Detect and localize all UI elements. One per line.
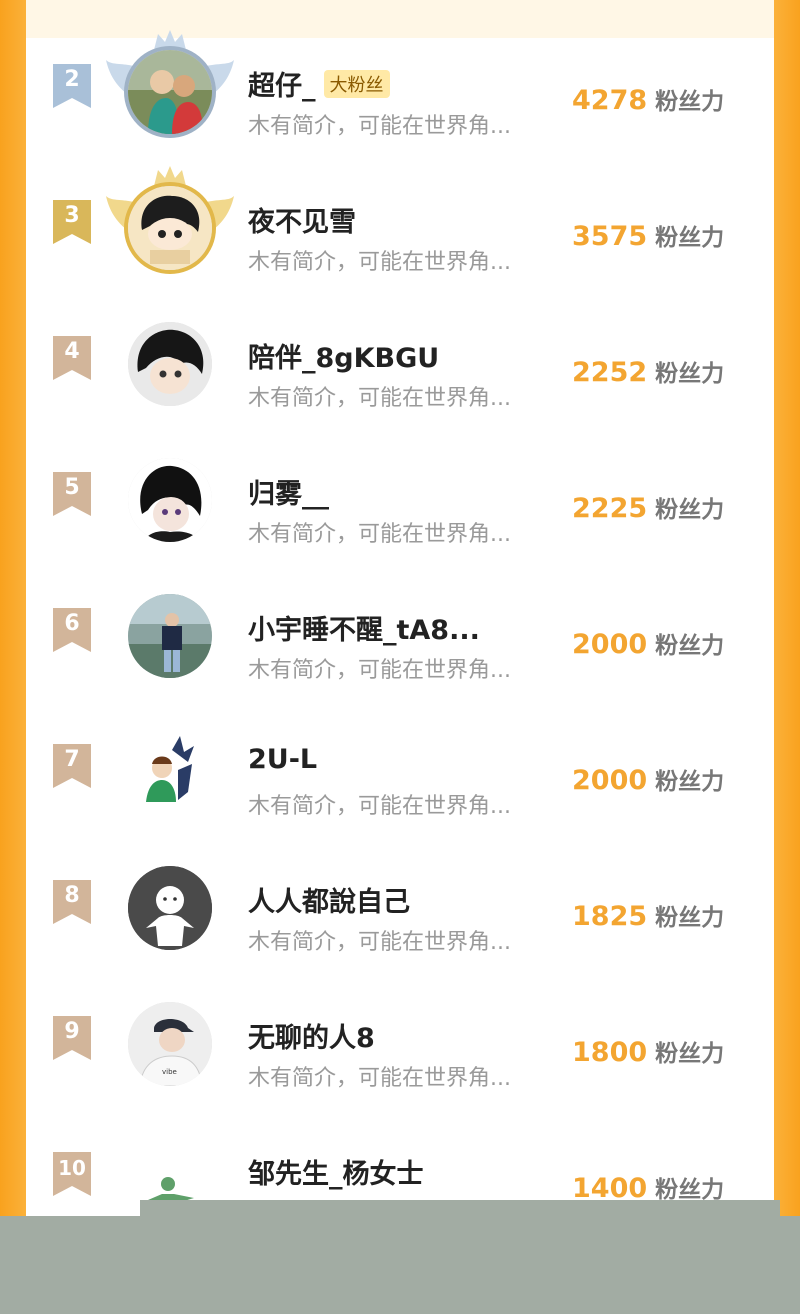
ranking-row[interactable]: 3 夜不见雪 木有简介，可能在世界角... 3575 粉丝力: [26, 166, 774, 302]
score-unit: 粉丝力: [655, 905, 725, 931]
avatar-anime-boy-icon: [128, 458, 212, 542]
avatar[interactable]: [106, 166, 234, 272]
fan-power-score: 1800 粉丝力: [572, 1034, 724, 1068]
fan-power-score: 2252 粉丝力: [572, 354, 724, 388]
crown-icon: [154, 166, 186, 186]
score-value: 2000: [572, 629, 648, 660]
user-name[interactable]: 邹先生_杨女士: [248, 1152, 424, 1191]
user-description: 木有简介，可能在世界角...: [248, 114, 511, 139]
user-description: 木有简介，可能在世界角...: [248, 386, 511, 411]
fan-power-score: 4278 粉丝力: [572, 82, 724, 116]
score-value: 2000: [572, 765, 648, 796]
rank-badge: 6: [53, 608, 91, 652]
user-name-text[interactable]: 邹先生_杨女士: [248, 1159, 424, 1190]
user-description: 木有简介，可能在世界角...: [248, 1066, 511, 1091]
avatar[interactable]: [126, 728, 214, 816]
score-unit: 粉丝力: [655, 361, 725, 387]
user-name-text[interactable]: 夜不见雪: [248, 207, 356, 238]
score-unit: 粉丝力: [655, 633, 725, 659]
ranking-row[interactable]: 6 小宇睡不醒_tA8... 木有简介，可能在世界角... 2000 粉丝力: [26, 574, 774, 710]
user-name-text[interactable]: 人人都說自己: [248, 887, 410, 918]
fan-power-score: 3575 粉丝力: [572, 218, 724, 252]
user-name-text[interactable]: 无聊的人8: [248, 1023, 375, 1054]
fan-power-score: 1400 粉丝力: [572, 1170, 724, 1204]
score-unit: 粉丝力: [655, 1041, 725, 1067]
score-value: 3575: [572, 221, 648, 252]
user-name[interactable]: 陪伴_8gKBGU: [248, 336, 439, 375]
rank-badge: 10: [53, 1152, 91, 1196]
user-name-text[interactable]: 归雾__: [248, 479, 329, 510]
ranking-row[interactable]: 2 超仔_ 大粉丝 木有简介，可能在世界角... 4278 粉丝力: [26, 30, 774, 166]
rank-badge: 5: [53, 472, 91, 516]
avatar[interactable]: [126, 592, 214, 680]
avatar-person-photo-icon: [128, 594, 212, 678]
ranking-row[interactable]: 4 陪伴_8gKBGU 木有简介，可能在世界角... 2252 粉丝力: [26, 302, 774, 438]
user-description: 木有简介，可能在世界角...: [248, 794, 511, 819]
crown-icon: [154, 30, 186, 50]
user-name[interactable]: 超仔_ 大粉丝: [248, 64, 390, 103]
score-unit: 粉丝力: [655, 225, 725, 251]
user-name-text[interactable]: 小宇睡不醒_tA8...: [248, 615, 480, 646]
rank-badge: 7: [53, 744, 91, 788]
score-unit: 粉丝力: [655, 89, 725, 115]
svg-text:vibe: vibe: [162, 1068, 177, 1076]
bottom-overlay: [0, 1216, 800, 1314]
score-unit: 粉丝力: [655, 497, 725, 523]
rank-badge: 2: [53, 64, 91, 108]
user-name[interactable]: 小宇睡不醒_tA8...: [248, 608, 480, 647]
avatar-anime-boy-icon: [128, 186, 212, 270]
avatar[interactable]: [106, 30, 234, 136]
score-value: 4278: [572, 85, 648, 116]
fan-power-score: 2225 粉丝力: [572, 490, 724, 524]
score-value: 2225: [572, 493, 648, 524]
ranking-row[interactable]: 8 人人都說自己 木有简介，可能在世界角... 1825 粉丝力: [26, 846, 774, 982]
user-name[interactable]: 2U-L: [248, 744, 317, 775]
user-name[interactable]: 夜不见雪: [248, 200, 356, 239]
avatar[interactable]: [126, 864, 214, 952]
ranking-row[interactable]: 9 vibe 无聊的人8 木有简介，可能在世界角... 1800 粉丝力: [26, 982, 774, 1118]
fan-power-score: 1825 粉丝力: [572, 898, 724, 932]
fan-badge: 大粉丝: [323, 70, 390, 98]
avatar[interactable]: [126, 456, 214, 544]
ranking-row[interactable]: 5 归雾__ 木有简介，可能在世界角... 2225 粉丝力: [26, 438, 774, 574]
avatar-default-icon: [128, 866, 212, 950]
fan-power-score: 2000 粉丝力: [572, 762, 724, 796]
score-value: 1825: [572, 901, 648, 932]
rank-badge: 9: [53, 1016, 91, 1060]
user-name-text[interactable]: 陪伴_8gKBGU: [248, 343, 439, 374]
score-value: 2252: [572, 357, 648, 388]
avatar[interactable]: [126, 320, 214, 408]
avatar[interactable]: vibe: [126, 1000, 214, 1088]
rank-badge: 8: [53, 880, 91, 924]
rank-badge: 3: [53, 200, 91, 244]
user-name[interactable]: 无聊的人8: [248, 1016, 375, 1055]
score-unit: 粉丝力: [655, 769, 725, 795]
user-name[interactable]: 人人都說自己: [248, 880, 410, 919]
user-name-text[interactable]: 2U-L: [248, 744, 317, 775]
avatar-person-photo-icon: vibe: [128, 1002, 212, 1086]
avatar-couple-photo-icon: [128, 50, 212, 134]
user-name[interactable]: 归雾__: [248, 472, 329, 511]
rank-badge: 4: [53, 336, 91, 380]
score-value: 1800: [572, 1037, 648, 1068]
user-name-text[interactable]: 超仔_: [248, 71, 316, 102]
user-description: 木有简介，可能在世界角...: [248, 930, 511, 955]
user-description: 木有简介，可能在世界角...: [248, 250, 511, 275]
fan-power-score: 2000 粉丝力: [572, 626, 724, 660]
user-description: 木有简介，可能在世界角...: [248, 658, 511, 683]
ranking-row[interactable]: 7 2U-L 木有简介，可能在世界角... 2000 粉丝力: [26, 710, 774, 846]
avatar-anime-boy-icon: [128, 322, 212, 406]
user-description: 木有简介，可能在世界角...: [248, 522, 511, 547]
avatar-cartoon-icon: [128, 730, 212, 814]
